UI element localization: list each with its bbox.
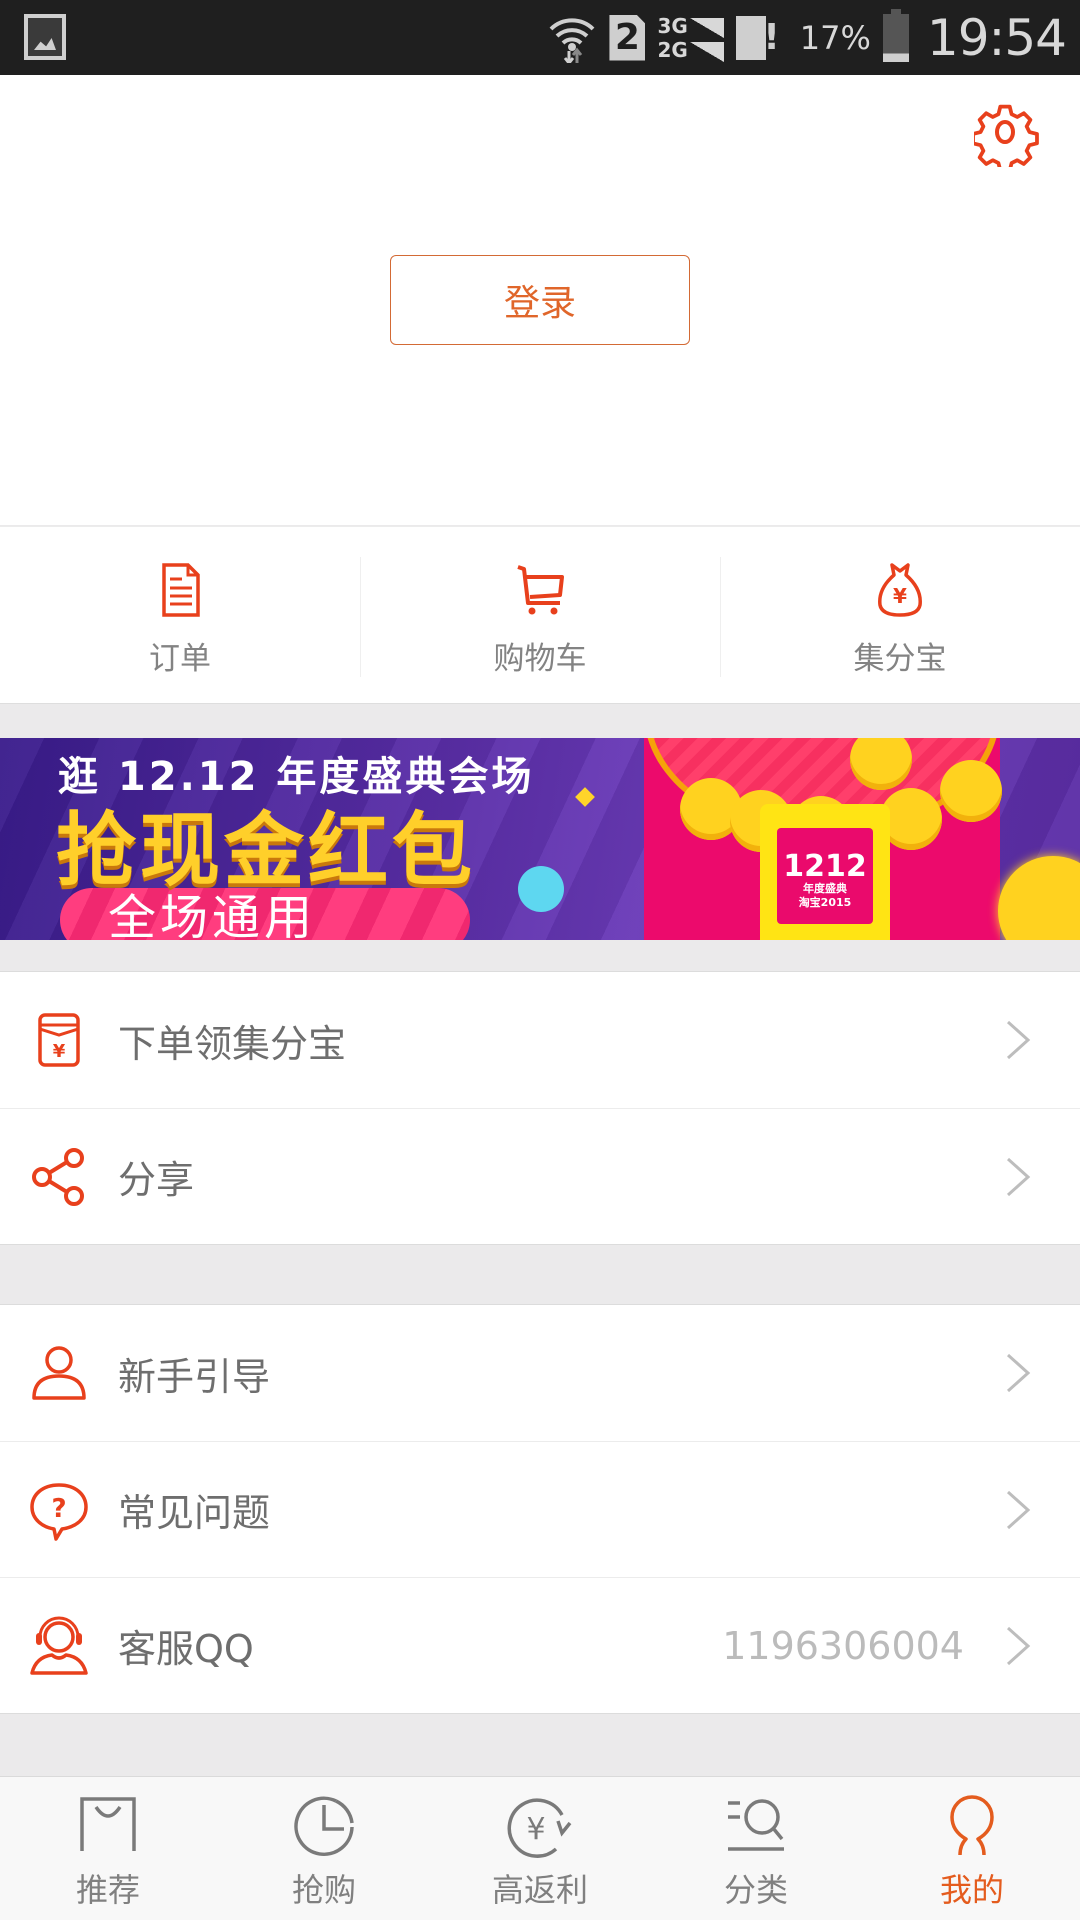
double12-badge: 1212 年度盛典 淘宝2015 <box>777 828 873 924</box>
chevron-right-icon <box>1006 1157 1031 1196</box>
menu-item-faq[interactable]: ? 常见问题 <box>0 1441 1080 1577</box>
tab-categories[interactable]: 分类 <box>648 1777 864 1920</box>
badge-number: 1212 <box>783 849 867 884</box>
chevron-right-icon <box>1006 1490 1031 1529</box>
gear-icon[interactable] <box>974 101 1040 167</box>
share-icon <box>32 1147 84 1206</box>
menu-item-label: 客服QQ <box>118 1627 254 1671</box>
chevron-right-icon <box>1006 1020 1031 1060</box>
profile-icon <box>950 1795 994 1856</box>
quick-action-label: 订单 <box>149 641 211 677</box>
tab-high-rebate[interactable]: ¥ 高返利 <box>432 1777 648 1920</box>
cart-icon <box>517 565 564 615</box>
tab-label: 抢购 <box>291 1871 356 1909</box>
tab-label: 我的 <box>939 1871 1004 1909</box>
menu-item-customer-service-qq[interactable]: 客服QQ 1196306004 <box>0 1577 1080 1713</box>
clock-icon <box>294 1796 354 1857</box>
user-icon <box>32 1346 86 1400</box>
svg-text:¥: ¥ <box>53 1041 66 1062</box>
badge-text: 年度盛典 <box>803 882 847 895</box>
menu-item-share[interactable]: 分享 <box>0 1108 1080 1244</box>
headset-icon <box>30 1616 88 1675</box>
menu-item-order-jifenbao[interactable]: ¥ 下单领集分宝 <box>0 972 1080 1108</box>
menu-item-beginner-guide[interactable]: 新手引导 <box>0 1305 1080 1441</box>
tab-label: 高返利 <box>491 1871 588 1909</box>
network-type-bottom: 2G <box>657 37 688 62</box>
quick-action-orders[interactable]: 订单 <box>0 527 360 703</box>
status-bar: 2 3G 2G 17% 19:54 <box>0 0 1080 75</box>
signal-icon: 3G 2G <box>657 13 724 62</box>
banner-subtitle: 全场通用 <box>108 890 317 940</box>
question-bubble-icon: ? <box>30 1482 88 1541</box>
shopping-bag-icon <box>80 1797 136 1851</box>
battery-icon <box>882 8 909 62</box>
menu-item-label: 新手引导 <box>118 1354 271 1399</box>
menu-item-label: 常见问题 <box>118 1491 271 1535</box>
quick-actions: 订单 购物车 ¥ 集分宝 <box>0 526 1080 704</box>
coin-decoration <box>940 760 1002 822</box>
quick-action-label: 购物车 <box>493 641 587 677</box>
profile-header: 登录 <box>0 75 1080 525</box>
network-type-top: 3G <box>657 13 688 38</box>
chevron-right-icon <box>1006 1626 1031 1665</box>
svg-text:¥: ¥ <box>893 584 907 608</box>
tab-label: 推荐 <box>75 1871 140 1909</box>
tab-recommend[interactable]: 推荐 <box>0 1777 216 1920</box>
money-bag-icon: ¥ <box>878 563 922 617</box>
red-envelope-icon: ¥ <box>38 1013 80 1067</box>
clock: 19:54 <box>926 8 1067 67</box>
qq-number: 1196306004 <box>722 1623 964 1668</box>
menu-group-help: 新手引导 ? 常见问题 客服QQ 1196306004 <box>0 1304 1080 1714</box>
quick-action-label: 集分宝 <box>853 641 947 677</box>
yen-rebate-icon: ¥ <box>507 1798 572 1858</box>
quick-action-jifenbao[interactable]: ¥ 集分宝 <box>720 527 1080 703</box>
svg-text:¥: ¥ <box>526 1812 545 1847</box>
wifi-icon <box>550 17 595 63</box>
svg-text:?: ? <box>51 1494 66 1524</box>
login-button[interactable]: 登录 <box>390 255 690 345</box>
tab-mine[interactable]: 我的 <box>864 1777 1080 1920</box>
document-icon <box>162 563 200 617</box>
badge-subtext: 淘宝2015 <box>798 896 852 909</box>
tab-flash-sale[interactable]: 抢购 <box>216 1777 432 1920</box>
category-search-icon <box>728 1799 784 1851</box>
promo-banner[interactable]: 逛 12.12 年度盛典会场 抢现金红包 全场通用 1212 年度盛典 淘宝20… <box>0 738 1080 940</box>
tab-label: 分类 <box>723 1871 788 1909</box>
gallery-notification-icon <box>24 14 66 60</box>
chevron-right-icon <box>1006 1353 1031 1393</box>
bottom-tab-bar: 推荐 抢购 ¥ 高返利 分类 我的 <box>0 1776 1080 1920</box>
battery-percent: 17% <box>799 18 871 57</box>
quick-action-cart[interactable]: 购物车 <box>360 527 720 703</box>
sim-card-alert-icon <box>735 15 780 60</box>
menu-group-rewards: ¥ 下单领集分宝 分享 <box>0 971 1080 1245</box>
planet-decoration <box>518 866 564 912</box>
sim2-icon: 2 <box>609 14 646 61</box>
menu-item-label: 下单领集分宝 <box>118 1021 347 1066</box>
menu-item-label: 分享 <box>118 1158 195 1202</box>
